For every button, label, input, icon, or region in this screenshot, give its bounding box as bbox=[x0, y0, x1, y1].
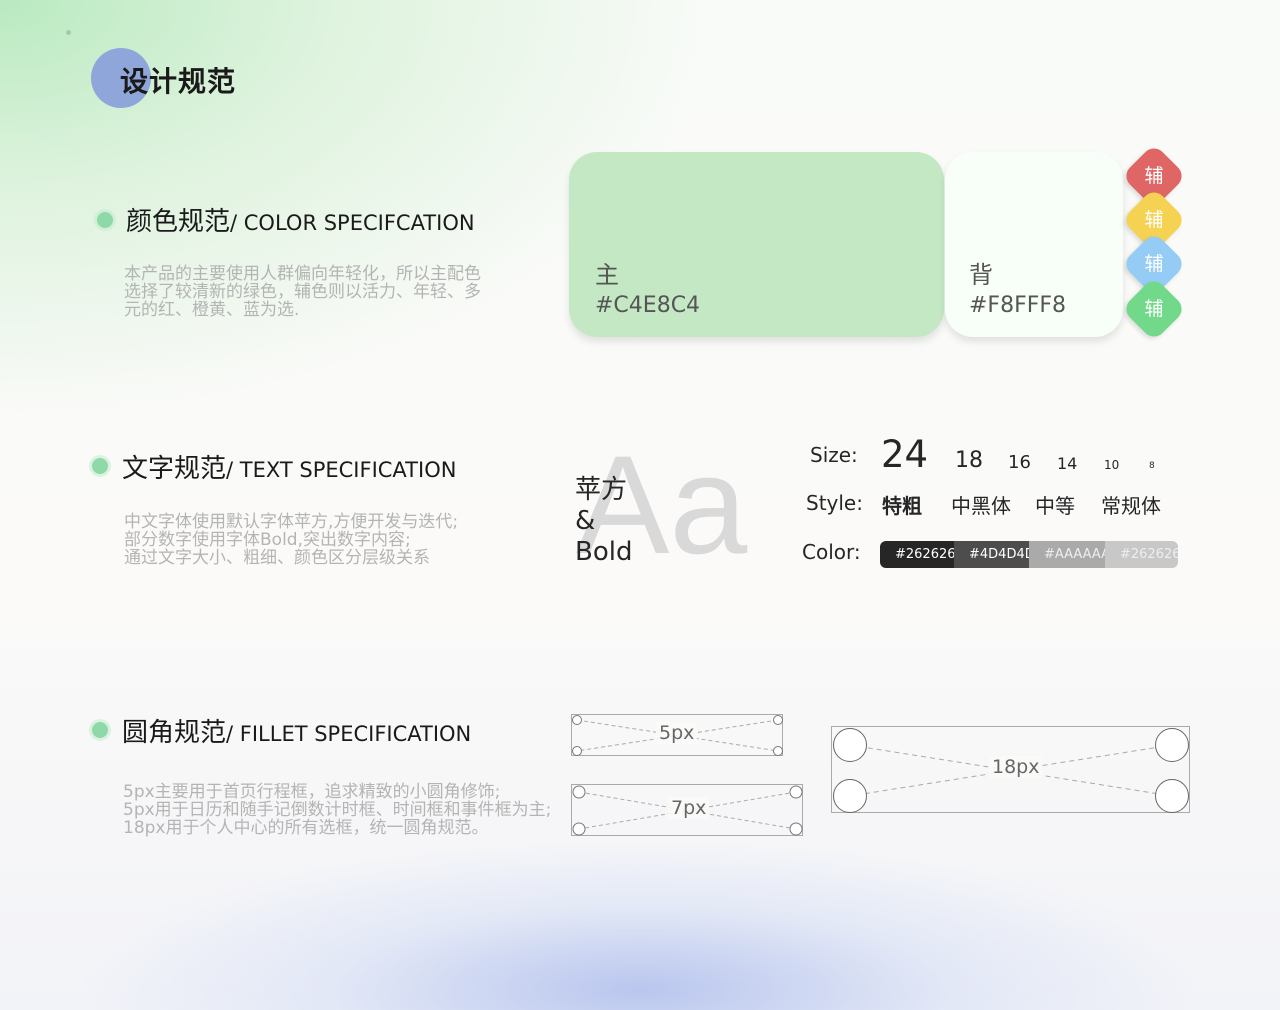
text-color-swatch: #AAAAAA bbox=[1029, 541, 1105, 568]
primary-color-card: 主 #C4E8C4 bbox=[569, 152, 944, 337]
font-name: 苹方 & Bold bbox=[575, 475, 633, 567]
primary-color-label: 主 bbox=[595, 261, 619, 289]
color-row-label: Color: bbox=[802, 540, 861, 564]
fillet-section-title: 圆角规范/ FILLET SPECIFICATION bbox=[122, 712, 471, 749]
background-color-label: 背 bbox=[969, 261, 993, 289]
text-section-description: 中文字体使用默认字体苹方,方便开发与迭代; 部分数字使用字体Bold,突出数字内… bbox=[124, 512, 459, 568]
section-bullet bbox=[92, 458, 108, 474]
fillet-sample-18px: 18px bbox=[831, 726, 1190, 813]
decor-dot bbox=[66, 30, 71, 35]
aux-color-label: 辅 bbox=[1144, 298, 1164, 320]
style-item-heavy: 中黑体 bbox=[951, 494, 1011, 518]
primary-color-hex: #C4E8C4 bbox=[595, 293, 701, 318]
style-item-medium: 中等 bbox=[1035, 494, 1075, 518]
style-row-label: Style: bbox=[806, 491, 863, 515]
text-color-swatch-bar: #262626 #4D4D4D #AAAAAA #262626 bbox=[880, 541, 1178, 568]
section-bullet bbox=[97, 212, 113, 228]
color-section-title-zh: 颜色规范 bbox=[126, 207, 231, 237]
color-section-title-en: / COLOR SPECIFCATION bbox=[230, 211, 475, 235]
size-value: 16 bbox=[1008, 452, 1031, 473]
text-section-title-en: / TEXT SPECIFICATION bbox=[226, 458, 457, 482]
size-value: 10 bbox=[1104, 458, 1120, 472]
fillet-label: 5px bbox=[656, 722, 698, 744]
style-item-regular: 常规体 bbox=[1101, 494, 1161, 518]
text-color-swatch: #4D4D4D bbox=[954, 541, 1029, 568]
fillet-section-title-en: / FILLET SPECIFICATION bbox=[226, 722, 472, 746]
fillet-section-description: 5px主要用于首页行程框，追求精致的小圆角修饰; 5px用于日历和随手记倒数计时… bbox=[123, 782, 552, 838]
fillet-sample-7px: 7px bbox=[571, 784, 803, 836]
background-color-card: 背 #F8FFF8 bbox=[945, 152, 1123, 337]
text-color-swatch: #262626 bbox=[880, 541, 954, 568]
text-section-title-zh: 文字规范 bbox=[122, 454, 227, 484]
color-section-description: 本产品的主要使用人群偏向年轻化，所以主配色 选择了较清新的绿色，辅色则以活力、年… bbox=[124, 264, 481, 320]
size-value: 8 bbox=[1149, 461, 1155, 471]
fillet-section-title-zh: 圆角规范 bbox=[122, 718, 227, 748]
style-item-extrabold: 特粗 bbox=[882, 494, 922, 518]
size-row-label: Size: bbox=[810, 443, 858, 467]
fillet-sample-5px: 5px bbox=[571, 714, 783, 756]
color-section-title: 颜色规范/ COLOR SPECIFCATION bbox=[126, 201, 475, 238]
fillet-label: 7px bbox=[668, 797, 710, 819]
size-value: 24 bbox=[881, 433, 929, 476]
size-value: 18 bbox=[955, 448, 983, 473]
size-value: 14 bbox=[1057, 454, 1078, 473]
text-color-swatch: #262626 bbox=[1105, 541, 1178, 568]
section-bullet bbox=[92, 722, 108, 738]
page-title: 设计规范 bbox=[120, 65, 237, 98]
background-color-hex: #F8FFF8 bbox=[969, 293, 1067, 318]
fillet-label: 18px bbox=[989, 756, 1043, 778]
text-section-title: 文字规范/ TEXT SPECIFICATION bbox=[122, 448, 456, 485]
